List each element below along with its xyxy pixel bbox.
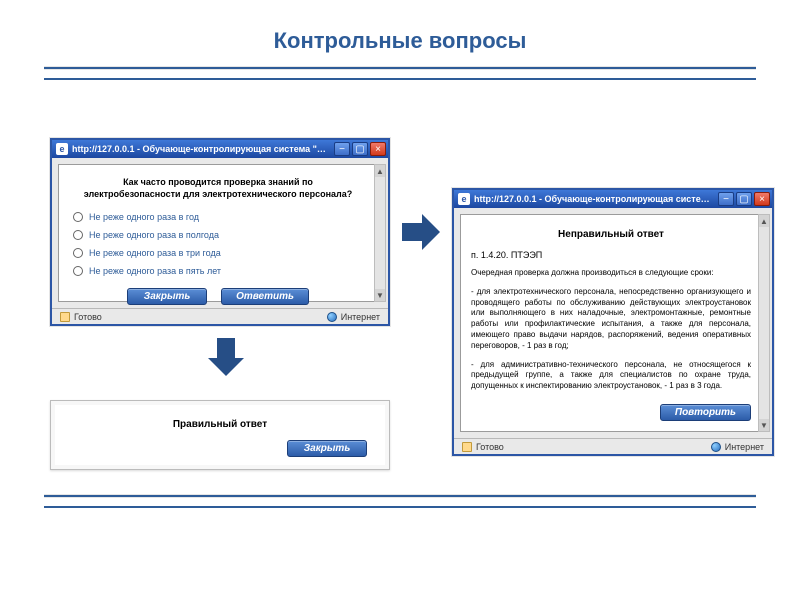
ie-icon: e [56, 143, 68, 155]
maximize-button[interactable]: ▢ [352, 142, 368, 156]
close-button[interactable]: × [754, 192, 770, 206]
answer-button[interactable]: Ответить [221, 288, 309, 305]
page-icon [60, 312, 70, 322]
page-icon [462, 442, 472, 452]
option-row[interactable]: Не реже одного раза в полгода [69, 226, 367, 244]
option-row[interactable]: Не реже одного раза в три года [69, 244, 367, 262]
option-label: Не реже одного раза в полгода [89, 230, 219, 240]
window-question: e http://127.0.0.1 - Обучающе-контролиру… [50, 138, 390, 326]
correct-answer-title: Правильный ответ [73, 419, 367, 430]
scrollbar[interactable]: ▲ ▼ [374, 164, 386, 302]
status-bar: Готово Интернет [454, 438, 772, 454]
scroll-down-icon[interactable]: ▼ [375, 289, 385, 301]
scroll-up-icon[interactable]: ▲ [759, 215, 769, 227]
status-left-text: Готово [476, 442, 504, 452]
divider-bottom-thin [44, 506, 756, 508]
status-right-text: Интернет [341, 312, 380, 322]
arrow-down-icon [208, 338, 244, 376]
arrow-right-icon [402, 214, 440, 250]
radio-icon[interactable] [73, 266, 83, 276]
radio-icon[interactable] [73, 230, 83, 240]
option-label: Не реже одного раза в три года [89, 248, 221, 258]
status-bar: Готово Интернет [52, 308, 388, 324]
close-dialog-button[interactable]: Закрыть [127, 288, 207, 305]
window-wrong-answer: e http://127.0.0.1 - Обучающе-контролиру… [452, 188, 774, 456]
globe-icon [327, 312, 337, 322]
scrollbar[interactable]: ▲ ▼ [758, 214, 770, 432]
explanation-p2: - для административно-технического персо… [471, 360, 751, 400]
window-title-text: http://127.0.0.1 - Обучающе-контролирующ… [72, 144, 330, 154]
source-reference: п. 1.4.20. ПТЭЭП [471, 250, 751, 268]
titlebar[interactable]: e http://127.0.0.1 - Обучающе-контролиру… [52, 140, 388, 158]
explanation-intro: Очередная проверка должна производиться … [471, 268, 751, 287]
maximize-button[interactable]: ▢ [736, 192, 752, 206]
minimize-button[interactable]: − [718, 192, 734, 206]
minimize-button[interactable]: − [334, 142, 350, 156]
radio-icon[interactable] [73, 248, 83, 258]
explanation-p1: - для электротехнического персонала, неп… [471, 287, 751, 360]
divider-top-thin [44, 78, 756, 80]
scroll-down-icon[interactable]: ▼ [759, 419, 769, 431]
close-button[interactable]: × [370, 142, 386, 156]
close-correct-button[interactable]: Закрыть [287, 440, 367, 457]
divider-bottom-thick [44, 494, 756, 498]
option-row[interactable]: Не реже одного раза в пять лет [69, 262, 367, 280]
ie-icon: e [458, 193, 470, 205]
question-text: Как часто проводится проверка знаний по … [69, 173, 367, 208]
status-left-text: Готово [74, 312, 102, 322]
globe-icon [711, 442, 721, 452]
status-right-text: Интернет [725, 442, 764, 452]
option-row[interactable]: Не реже одного раза в год [69, 208, 367, 226]
scroll-up-icon[interactable]: ▲ [375, 165, 385, 177]
option-label: Не реже одного раза в год [89, 212, 199, 222]
divider-top-thick [44, 66, 756, 70]
option-label: Не реже одного раза в пять лет [89, 266, 221, 276]
page-title: Контрольные вопросы [0, 0, 800, 62]
wrong-answer-title: Неправильный ответ [471, 223, 751, 250]
correct-answer-box: Правильный ответ Закрыть [50, 400, 390, 470]
window-title-text: http://127.0.0.1 - Обучающе-контролирующ… [474, 194, 714, 204]
radio-icon[interactable] [73, 212, 83, 222]
repeat-button[interactable]: Повторить [660, 404, 751, 421]
titlebar[interactable]: e http://127.0.0.1 - Обучающе-контролиру… [454, 190, 772, 208]
